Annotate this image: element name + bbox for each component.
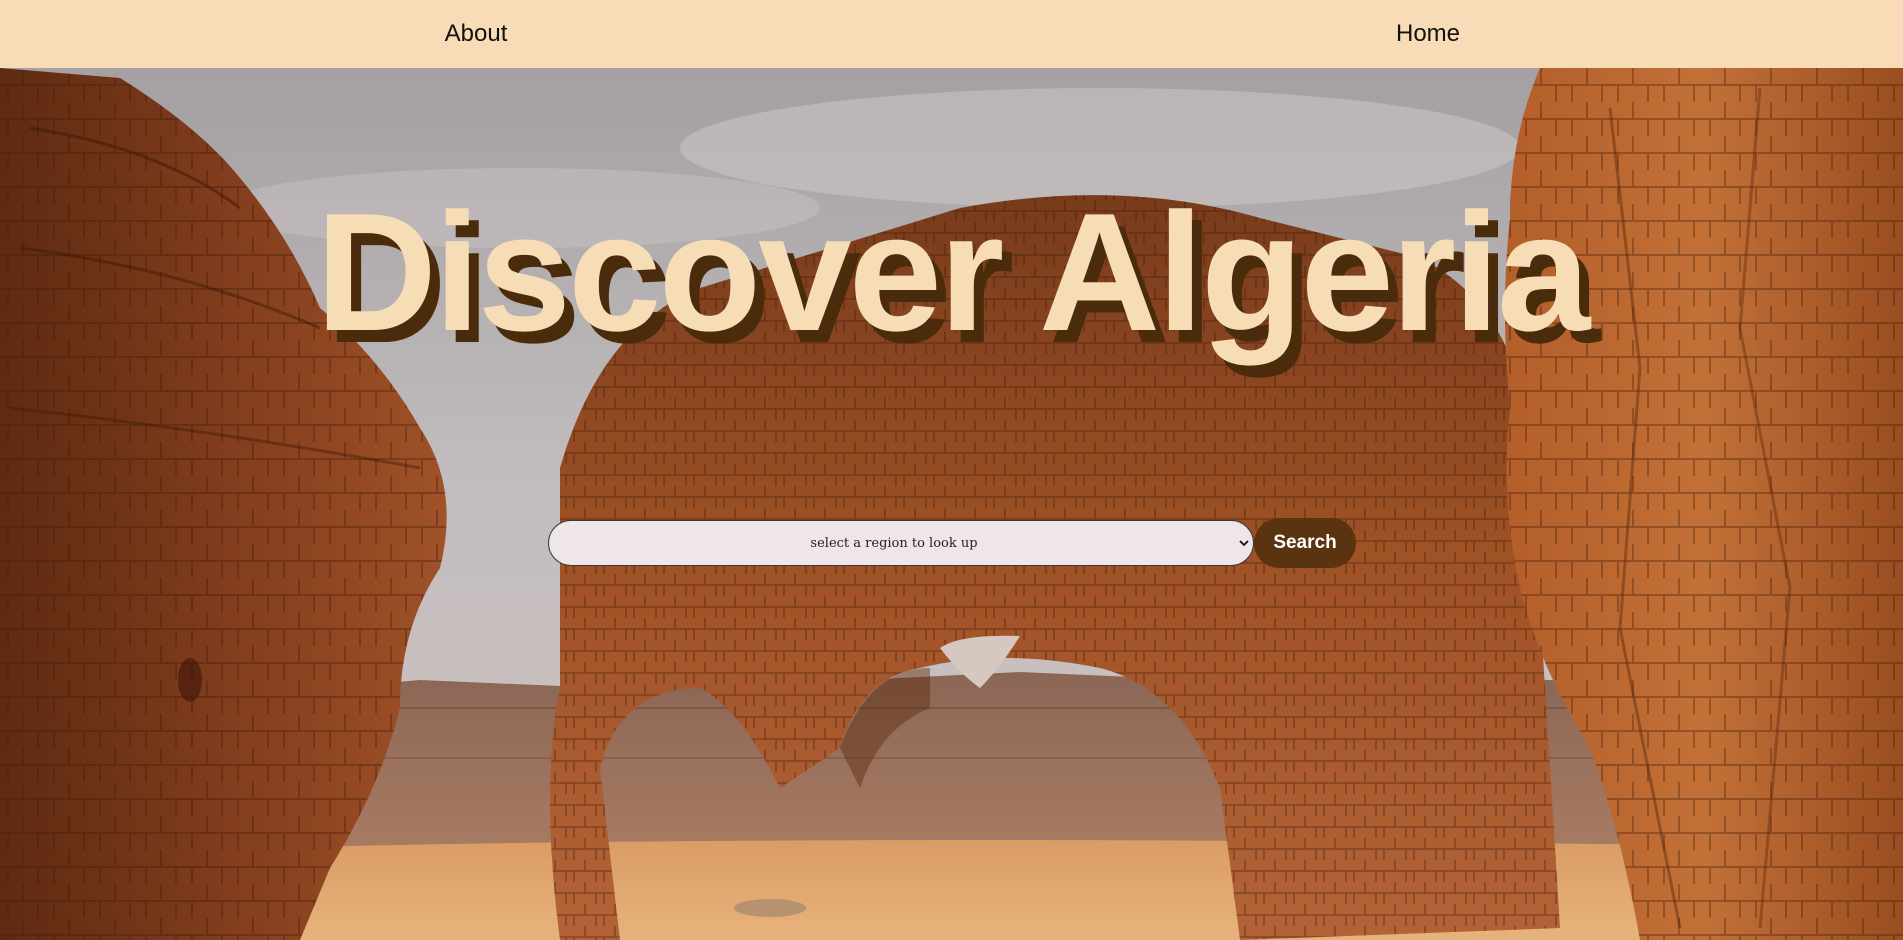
region-select-wrapper: select a region to look up bbox=[548, 520, 1254, 566]
page: About Home Discover Algeria select a reg… bbox=[0, 0, 1903, 940]
hero-section: Discover Algeria bbox=[0, 68, 1903, 940]
search-form: select a region to look up Search bbox=[548, 518, 1356, 568]
hero-title: Discover Algeria bbox=[315, 178, 1591, 366]
region-select[interactable]: select a region to look up bbox=[548, 520, 1254, 566]
nav-link-about[interactable]: About bbox=[445, 20, 508, 48]
navbar: About Home bbox=[0, 0, 1903, 68]
search-button[interactable]: Search bbox=[1254, 518, 1356, 568]
nav-link-home[interactable]: Home bbox=[1396, 20, 1460, 48]
